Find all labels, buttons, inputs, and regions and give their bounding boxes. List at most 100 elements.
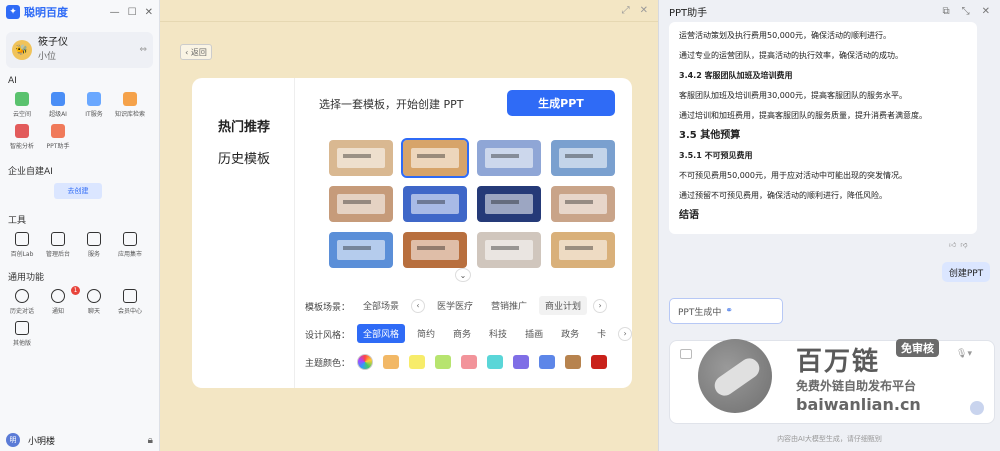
- ai-app-item[interactable]: 超级AI: [40, 92, 76, 118]
- template-thumb[interactable]: [551, 186, 615, 222]
- thumbs-up-icon[interactable]: 👍︎: [949, 240, 956, 249]
- color-swatch[interactable]: [487, 355, 503, 369]
- ai-app-item[interactable]: IT服务: [76, 92, 112, 118]
- tool-label: 历史对话: [9, 308, 34, 315]
- tool-item[interactable]: 服务: [76, 232, 112, 258]
- status-text: PPT生成中: [678, 307, 722, 318]
- tool-item[interactable]: 1 通知: [40, 286, 80, 315]
- lock-icon[interactable]: 🔒︎: [148, 435, 153, 446]
- ai-footnote: 内容由AI大模型生成，请仔细甄别: [777, 435, 882, 443]
- attach-icon[interactable]: [680, 349, 692, 359]
- filter-chip[interactable]: 插画: [519, 324, 549, 343]
- filter-chip[interactable]: 全部风格: [357, 324, 406, 343]
- template-thumb[interactable]: [329, 186, 393, 222]
- color-swatch[interactable]: [435, 355, 451, 369]
- doc-line: 不可预见费用50,000元，用于应对活动中可能出现的突发情况。: [679, 171, 907, 180]
- color-swatch[interactable]: [409, 355, 425, 369]
- generate-ppt-button[interactable]: 生成PPT: [507, 90, 615, 116]
- chevron-left-icon[interactable]: ‹: [411, 298, 426, 313]
- template-thumb[interactable]: [329, 232, 393, 268]
- color-label: 主题颜色：: [305, 359, 351, 369]
- color-swatch[interactable]: [513, 355, 529, 369]
- filter-chip[interactable]: 医学医疗: [431, 296, 479, 315]
- color-swatch[interactable]: [565, 355, 581, 369]
- color-swatch[interactable]: [383, 355, 399, 369]
- tool-item[interactable]: 应用集市: [112, 232, 148, 258]
- app-label: 云空间: [12, 111, 31, 118]
- template-thumb[interactable]: [551, 140, 615, 176]
- tab-hot[interactable]: 热门推荐: [218, 116, 270, 135]
- template-thumb[interactable]: [477, 140, 541, 176]
- doc-line: 通过预留不可预见费用，确保活动的顺利进行，降低风险。: [679, 191, 887, 200]
- app-label: IT服务: [85, 111, 103, 118]
- filter-chip[interactable]: 商业计划: [539, 296, 588, 315]
- template-thumb[interactable]: [477, 186, 541, 222]
- tool-item[interactable]: 其他版: [4, 321, 40, 347]
- tab-history[interactable]: 历史模板: [218, 148, 270, 167]
- template-nav: 热门推荐 历史模板: [192, 78, 294, 388]
- doc-line: 3.4.2 客服团队加班及培训费用: [679, 71, 793, 80]
- filter-chip[interactable]: 简约: [411, 324, 441, 343]
- color-wheel-icon[interactable]: [357, 354, 373, 370]
- chevron-down-icon[interactable]: ⌄: [455, 268, 471, 282]
- tool-item[interactable]: 管理后台: [40, 232, 76, 258]
- template-thumb[interactable]: [329, 140, 393, 176]
- tool-item[interactable]: 百创Lab: [4, 232, 40, 258]
- ai-app-item[interactable]: 智能分析: [4, 124, 40, 150]
- user-card[interactable]: 🐝 筱子仪 小位 ⇔: [6, 32, 153, 68]
- tool-label: 会员中心: [117, 308, 142, 315]
- bottom-user[interactable]: 明 小明楼 🔒︎: [6, 433, 153, 447]
- share-icon[interactable]: ⧉: [942, 6, 949, 17]
- close-icon[interactable]: ✕: [145, 7, 153, 18]
- template-thumb[interactable]: [551, 232, 615, 268]
- color-swatches: [357, 354, 607, 370]
- section-tools: 工具: [8, 216, 27, 226]
- expand-icon[interactable]: ⤢: [622, 5, 630, 16]
- ai-app-item[interactable]: 知识库检索: [112, 92, 148, 118]
- color-swatch[interactable]: [591, 355, 607, 369]
- doc-line: 通过专业的运营团队，提高活动的执行效率，确保活动的成功。: [679, 51, 903, 60]
- back-button[interactable]: ‹ 返回: [180, 44, 212, 60]
- filter-chip[interactable]: 政务: [555, 324, 585, 343]
- tool-item[interactable]: 聊天: [76, 289, 112, 315]
- app-icon: [123, 92, 137, 106]
- tool-item[interactable]: 历史对话: [4, 289, 40, 315]
- send-button[interactable]: [970, 401, 984, 415]
- template-thumb[interactable]: [401, 138, 469, 178]
- filter-chip[interactable]: 营销推广: [485, 296, 533, 315]
- message-actions: 👍︎ 👎︎: [949, 240, 967, 249]
- minimize-icon[interactable]: —: [110, 7, 120, 18]
- color-swatch[interactable]: [461, 355, 477, 369]
- tool-item[interactable]: 会员中心: [112, 289, 148, 315]
- template-thumb[interactable]: [403, 186, 467, 222]
- watermark-title: 百万链: [796, 347, 881, 377]
- filter-chip[interactable]: 商务: [447, 324, 477, 343]
- tools-grid: 百创Lab 管理后台 服务 应用集市: [0, 232, 159, 258]
- watermark-url: baiwanlian.cn: [796, 395, 921, 414]
- template-thumb[interactable]: [477, 232, 541, 268]
- scene-chips: 全部场景 ‹ 医学医疗 营销推广 商业计划 ›: [357, 296, 608, 315]
- tool-label: 管理后台: [45, 251, 70, 258]
- thumbs-down-icon[interactable]: 👎︎: [960, 240, 967, 249]
- user-name: 筱子仪: [38, 37, 68, 48]
- create-button[interactable]: 去创建: [54, 183, 102, 199]
- monitor-icon: [15, 232, 29, 246]
- filter-chip[interactable]: 科技: [483, 324, 513, 343]
- ai-app-item[interactable]: 云空间: [4, 92, 40, 118]
- section-enterprise: 企业自建AI: [8, 167, 53, 177]
- filter-chip[interactable]: 全部场景: [357, 296, 405, 315]
- template-thumb[interactable]: [403, 232, 467, 268]
- tool-label: 应用集市: [117, 251, 142, 258]
- close-icon[interactable]: ✕: [640, 5, 648, 16]
- close-icon[interactable]: ✕: [982, 6, 990, 17]
- chevron-right-icon[interactable]: ›: [618, 326, 633, 341]
- filter-chip[interactable]: 卡: [591, 324, 612, 343]
- watermark: 百万链 免审核 免费外链自助发布平台 baiwanlian.cn: [698, 335, 960, 419]
- collapse-icon[interactable]: ⤡: [962, 6, 970, 17]
- chevron-right-icon[interactable]: ›: [593, 298, 608, 313]
- ai-app-grid: 云空间 超级AI IT服务 知识库检索智能分析 PPT助手: [0, 92, 159, 150]
- ai-app-item[interactable]: PPT助手: [40, 124, 76, 150]
- color-swatch[interactable]: [539, 355, 555, 369]
- watermark-tag: 免审核: [896, 339, 939, 357]
- maximize-icon[interactable]: ☐: [128, 7, 137, 18]
